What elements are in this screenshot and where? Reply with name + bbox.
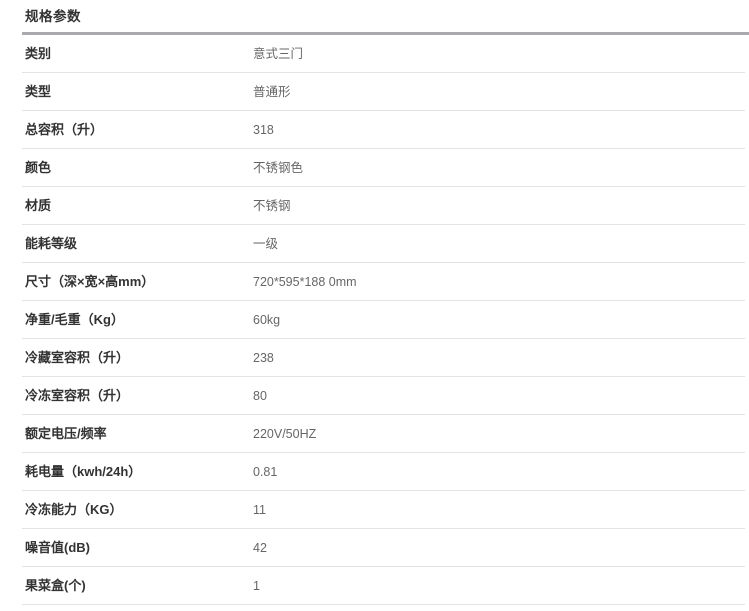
table-row-content: 冷冻室容积（升） 80 [22,377,745,414]
table-row-content: 冷藏室容积（升） 238 [22,339,745,376]
spec-value: 1 [253,578,260,593]
spec-label: 能耗等级 [25,235,78,251]
table-row: 总容积（升） 318 [22,111,745,149]
table-row: 尺寸（深×宽×高mm） 720*595*188 0mm [22,263,745,301]
table-row-content: 噪音值(dB) 42 [22,529,745,566]
table-row-content: 耗电量（kwh/24h） 0.81 [22,453,745,490]
table-row-content: 净重/毛重（Kg） 60kg [22,301,745,338]
table-row: 冷冻室容积（升） 80 [22,377,745,415]
spec-parameters-panel: 规格参数 类别 意式三门类型 普通形总容积（升） 318 颜色 不锈钢色材质 不锈钢能耗等级… [0,0,749,605]
table-row: 净重/毛重（Kg） 60kg [22,301,745,339]
spec-value: 普通形 [253,84,291,99]
table-row-content: 尺寸（深×宽×高mm） 720*595*188 0mm [22,263,745,300]
spec-label: 颜色 [25,159,52,175]
table-row: 能耗等级 一级 [22,225,745,263]
spec-value: 220V/50HZ [253,426,317,441]
spec-value: 意式三门 [253,46,304,61]
page-title: 规格参数 [25,9,81,24]
spec-label: 冷冻室容积（升） [25,387,130,403]
table-row: 耗电量（kwh/24h） 0.81 [22,453,745,491]
spec-label: 噪音值(dB) [25,539,90,555]
spec-value: 238 [253,350,274,365]
table-row: 类型 普通形 [22,73,745,111]
table-row: 颜色 不锈钢色 [22,149,745,187]
table-row-content: 材质 不锈钢 [22,187,745,224]
spec-label: 净重/毛重（Kg） [25,311,124,327]
spec-label: 冷冻能力（KG） [25,501,123,517]
table-row-content: 果菜盒(个) 1 [22,567,745,604]
spec-label: 果菜盒(个) [25,577,86,593]
spec-label: 耗电量（kwh/24h） [25,463,142,479]
spec-label: 额定电压/频率 [25,425,107,441]
table-row-content: 总容积（升） 318 [22,111,745,148]
table-row: 冷藏室容积（升） 238 [22,339,745,377]
table-row: 冷冻能力（KG） 11 [22,491,745,529]
spec-label: 材质 [25,197,52,213]
spec-label: 冷藏室容积（升） [25,349,130,365]
table-row-content: 额定电压/频率 220V/50HZ [22,415,745,452]
spec-value: 42 [253,540,267,555]
spec-value: 一级 [253,236,279,251]
table-row-content: 冷冻能力（KG） 11 [22,491,745,528]
spec-value: 318 [253,122,274,137]
table-row: 额定电压/频率 220V/50HZ [22,415,745,453]
spec-value: 不锈钢 [253,198,291,213]
table-row: 类别 意式三门 [22,35,745,73]
table-row-content: 能耗等级 一级 [22,225,745,262]
spec-value: 不锈钢色 [253,160,304,175]
table-row-content: 类型 普通形 [22,73,745,110]
spec-section-header: 规格参数 [0,0,749,27]
spec-label: 类别 [25,45,52,61]
table-row: 噪音值(dB) 42 [22,529,745,567]
table-row-content: 类别 意式三门 [22,35,745,72]
spec-label: 类型 [25,83,52,99]
table-row-content: 颜色 不锈钢色 [22,149,745,186]
spec-label: 尺寸（深×宽×高mm） [25,273,155,289]
spec-value: 720*595*188 0mm [253,274,357,289]
spec-value: 0.81 [253,464,278,479]
spec-value: 60kg [253,312,281,327]
table-row: 材质 不锈钢 [22,187,745,225]
table-row: 果菜盒(个) 1 [22,567,745,605]
spec-value: 80 [253,388,267,403]
spec-table: 类别 意式三门类型 普通形总容积（升） 318 颜色 不锈钢色材质 不锈钢能耗等级 一级尺寸（… [0,35,749,605]
spec-label: 总容积（升） [25,121,104,137]
spec-value: 11 [253,502,266,517]
